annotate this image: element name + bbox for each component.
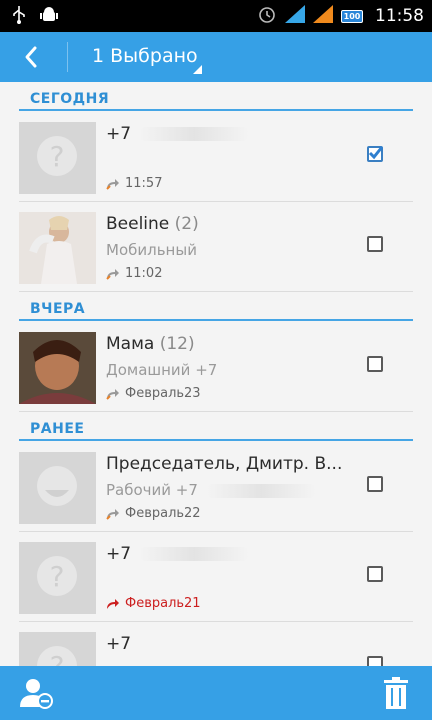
signal-icon-sim2 bbox=[313, 5, 333, 27]
section-divider bbox=[19, 439, 413, 441]
call-date: Февраль23 bbox=[125, 386, 201, 401]
dropdown-corner-icon bbox=[193, 65, 202, 74]
bottom-action-bar bbox=[0, 666, 432, 720]
call-date: Февраль21 bbox=[125, 596, 201, 611]
avatar-photo bbox=[19, 332, 96, 404]
svg-text:?: ? bbox=[50, 650, 65, 666]
call-meta: 11:57 bbox=[106, 176, 162, 191]
contact-name: +7 bbox=[106, 634, 132, 654]
call-meta: Февраль23 bbox=[106, 386, 201, 401]
remove-contact-button[interactable] bbox=[20, 677, 54, 709]
section-label: ВЧЕРА bbox=[30, 301, 86, 317]
call-meta: Февраль22 bbox=[106, 506, 201, 521]
contact-name: Председатель, Дмитр. В... bbox=[106, 454, 343, 474]
avatar-placeholder-icon bbox=[19, 452, 96, 524]
call-log-row[interactable]: Beeline (2) Мобильный 11:02 bbox=[19, 202, 413, 292]
number-type: Рабочий +7 bbox=[106, 481, 316, 499]
call-log-row[interactable]: ? +7 Февраль21 bbox=[19, 532, 413, 622]
redacted-number bbox=[205, 483, 316, 498]
number-type: Мобильный bbox=[106, 241, 197, 259]
redacted-number bbox=[139, 127, 250, 141]
call-log-list[interactable]: СЕГОДНЯ ? +7 11:57 Beeline (2) Мобильный… bbox=[0, 82, 432, 666]
select-checkbox[interactable] bbox=[367, 566, 383, 582]
section-header-today: СЕГОДНЯ bbox=[0, 82, 432, 112]
call-log-row[interactable]: Мама (12) Домашний +7 Февраль23 bbox=[19, 322, 413, 412]
back-button[interactable] bbox=[18, 39, 48, 75]
number-type: Домашний +7 bbox=[106, 361, 218, 379]
svg-text:?: ? bbox=[50, 560, 65, 593]
call-count: (12) bbox=[159, 334, 195, 354]
avatar-placeholder-icon: ? bbox=[19, 542, 96, 614]
checkmark-icon bbox=[368, 146, 383, 160]
contact-name: +7 bbox=[106, 124, 250, 144]
call-time: 11:57 bbox=[125, 176, 163, 191]
call-log-row[interactable]: ? +7 bbox=[19, 622, 413, 666]
clock-time: 11:58 bbox=[375, 6, 424, 26]
section-divider bbox=[19, 319, 413, 321]
action-bar-divider bbox=[67, 42, 68, 72]
call-meta: Февраль21 bbox=[106, 596, 201, 611]
signal-icon-sim1 bbox=[285, 5, 305, 27]
select-checkbox[interactable] bbox=[367, 356, 383, 372]
outgoing-call-icon bbox=[106, 178, 119, 190]
contact-name: +7 bbox=[106, 544, 250, 564]
avatar-placeholder-icon: ? bbox=[19, 632, 96, 666]
outgoing-call-icon bbox=[106, 268, 119, 280]
call-log-row[interactable]: ? +7 11:57 bbox=[19, 112, 413, 202]
call-date: Февраль22 bbox=[125, 506, 201, 521]
select-checkbox[interactable] bbox=[367, 236, 383, 252]
section-header-yesterday: ВЧЕРА bbox=[0, 292, 432, 322]
outgoing-call-icon bbox=[106, 508, 119, 520]
select-checkbox[interactable] bbox=[367, 146, 383, 162]
contact-name: Мама (12) bbox=[106, 334, 195, 354]
missed-call-icon bbox=[107, 598, 119, 609]
usb-icon bbox=[12, 6, 26, 28]
outgoing-call-icon bbox=[106, 388, 119, 400]
delete-button[interactable] bbox=[384, 677, 408, 709]
redacted-number bbox=[139, 547, 250, 561]
call-meta: 11:02 bbox=[106, 266, 162, 281]
call-time: 11:02 bbox=[125, 266, 163, 281]
section-divider bbox=[19, 109, 413, 111]
contact-name: Beeline (2) bbox=[106, 214, 199, 234]
section-label: РАНЕЕ bbox=[30, 421, 85, 437]
person-minus-icon bbox=[20, 679, 53, 709]
battery-icon: 100 bbox=[341, 9, 363, 23]
alarm-icon bbox=[257, 4, 277, 28]
avatar-placeholder-icon: ? bbox=[19, 122, 96, 194]
call-log-row[interactable]: Председатель, Дмитр. В... Рабочий +7 Фев… bbox=[19, 442, 413, 532]
action-bar: 1 Выбрано bbox=[0, 32, 432, 82]
trash-icon bbox=[384, 677, 408, 709]
android-debug-icon bbox=[40, 6, 58, 28]
status-bar: 100 11:58 bbox=[0, 0, 432, 32]
section-header-earlier: РАНЕЕ bbox=[0, 412, 432, 442]
svg-text:?: ? bbox=[50, 140, 65, 173]
select-checkbox[interactable] bbox=[367, 476, 383, 492]
select-checkbox[interactable] bbox=[367, 656, 383, 666]
call-count: (2) bbox=[174, 214, 199, 234]
avatar-photo bbox=[19, 212, 96, 284]
selection-count-dropdown[interactable]: 1 Выбрано bbox=[92, 45, 198, 67]
chevron-left-icon bbox=[25, 46, 37, 68]
section-label: СЕГОДНЯ bbox=[30, 91, 110, 107]
